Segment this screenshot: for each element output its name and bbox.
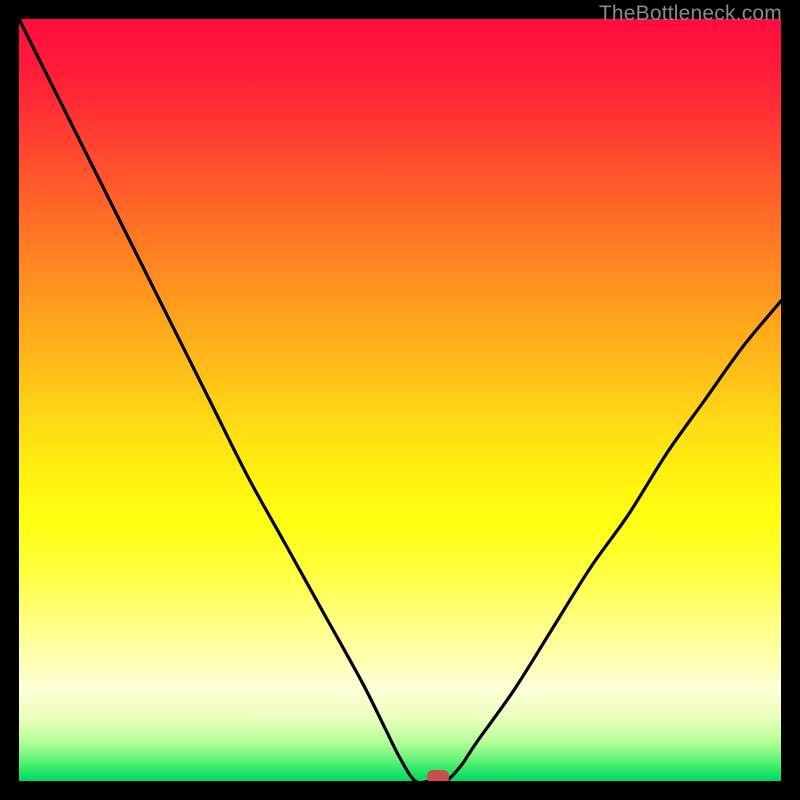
bottleneck-curve <box>19 19 781 781</box>
chart-frame: TheBottleneck.com <box>0 0 800 800</box>
watermark-label: TheBottleneck.com <box>599 2 782 26</box>
curve-layer <box>19 19 781 781</box>
plot-area <box>19 19 781 781</box>
optimal-point-marker <box>427 770 449 781</box>
